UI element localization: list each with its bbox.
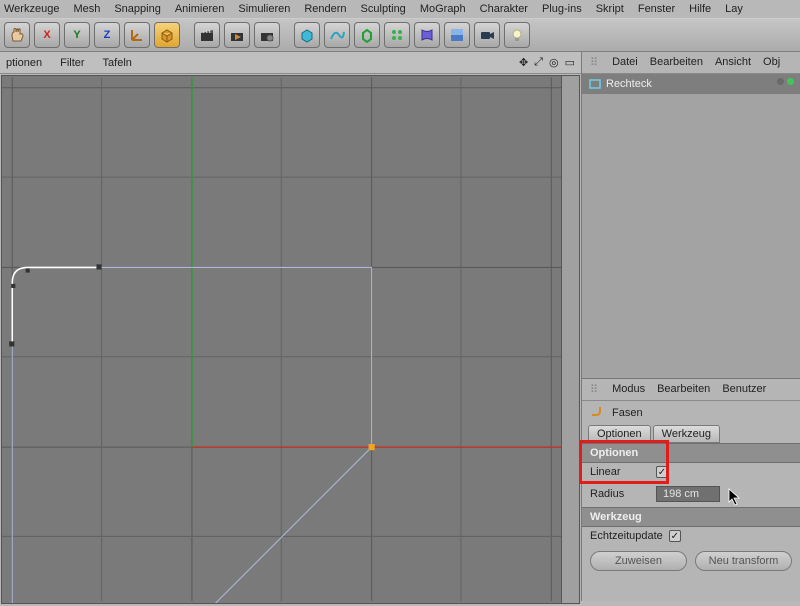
menu-item[interactable]: Skript — [596, 3, 624, 15]
viewport-panel: ptionen Filter Tafeln ✥ ⤢ ◎ ▭ — [0, 52, 582, 601]
menu-item[interactable]: Animieren — [175, 3, 225, 15]
axis-z-button[interactable]: Z — [94, 22, 120, 48]
menu-item[interactable]: Charakter — [480, 3, 528, 15]
render-settings-icon[interactable] — [254, 22, 280, 48]
prop-linear: Linear ✓ — [582, 463, 800, 481]
vmenu-item[interactable]: Filter — [60, 57, 84, 69]
tab-tool[interactable]: Werkzeug — [653, 425, 720, 443]
attribute-tabs: Optionen Werkzeug — [582, 425, 800, 443]
prop-radius: Radius 198 cm — [582, 481, 800, 507]
environment-icon[interactable] — [444, 22, 470, 48]
axis-y-button[interactable]: Y — [64, 22, 90, 48]
object-manager-menu: ⠿ Datei Bearbeiten Ansicht Obj — [582, 52, 800, 74]
3d-viewport[interactable] — [1, 75, 580, 604]
menu-item[interactable]: Rendern — [304, 3, 346, 15]
zoom-icon[interactable]: ⤢ — [534, 56, 543, 69]
hand-tool-icon[interactable] — [4, 22, 30, 48]
vertex-point — [96, 264, 101, 269]
assign-button[interactable]: Zuweisen — [590, 551, 687, 571]
menu-item[interactable]: MoGraph — [420, 3, 466, 15]
main-toolbar: X Y Z — [0, 18, 800, 52]
section-options: Optionen — [582, 443, 800, 463]
panel-grip-icon[interactable]: ⠿ — [590, 383, 600, 396]
deformer-icon[interactable] — [414, 22, 440, 48]
viewport-canvas — [2, 76, 579, 603]
menu-item[interactable]: Fenster — [638, 3, 675, 15]
realtime-checkbox[interactable]: ✓ — [669, 530, 681, 542]
linear-label: Linear — [590, 466, 650, 478]
spline-icon[interactable] — [324, 22, 350, 48]
object-row[interactable]: Rechteck — [582, 74, 800, 94]
bevel-tool-icon — [590, 405, 606, 421]
tab-options[interactable]: Optionen — [588, 425, 651, 443]
menu-item[interactable]: Werkzeuge — [4, 3, 59, 15]
menu-item[interactable]: Mesh — [73, 3, 100, 15]
obj-menu-item[interactable]: Bearbeiten — [650, 56, 703, 69]
light-icon[interactable] — [504, 22, 530, 48]
menu-item[interactable]: Hilfe — [689, 3, 711, 15]
main-menu-bar: Werkzeuge Mesh Snapping Animieren Simuli… — [0, 0, 800, 18]
radius-value-field[interactable]: 198 cm — [656, 486, 720, 502]
array-icon[interactable] — [384, 22, 410, 48]
mouse-cursor-icon — [728, 488, 742, 508]
obj-menu-item[interactable]: Ansicht — [715, 56, 751, 69]
linear-checkbox[interactable]: ✓ — [656, 466, 668, 478]
object-name-label: Rechteck — [606, 78, 652, 90]
render-icon[interactable] — [224, 22, 250, 48]
rectangle-spline-icon — [588, 77, 602, 91]
radius-label: Radius — [590, 488, 650, 500]
clapboard-icon[interactable] — [194, 22, 220, 48]
prop-realtime: Echtzeitupdate ✓ — [582, 527, 800, 545]
new-transform-button[interactable]: Neu transform — [695, 551, 792, 571]
vmenu-item[interactable]: Tafeln — [103, 57, 132, 69]
attribute-manager-menu: ⠿ Modus Bearbeiten Benutzer — [582, 379, 800, 401]
cube-primitive-icon[interactable] — [154, 22, 180, 48]
generator-icon[interactable] — [354, 22, 380, 48]
menu-item[interactable]: Lay — [725, 3, 743, 15]
vertex-handle[interactable] — [369, 444, 375, 450]
cube-blue-icon[interactable] — [294, 22, 320, 48]
tangent-point — [11, 284, 15, 288]
section-tool: Werkzeug — [582, 507, 800, 527]
menu-item[interactable]: Plug-ins — [542, 3, 582, 15]
obj-menu-item[interactable]: Obj — [763, 56, 780, 69]
coord-system-icon[interactable] — [124, 22, 150, 48]
menu-item[interactable]: Sculpting — [361, 3, 406, 15]
pan-icon[interactable]: ✥ — [519, 56, 528, 69]
axis-x-button[interactable]: X — [34, 22, 60, 48]
tangent-point — [26, 268, 30, 272]
panel-grip-icon[interactable]: ⠿ — [590, 56, 600, 69]
attr-menu-item[interactable]: Benutzer — [722, 383, 766, 396]
tool-header: Fasen — [582, 401, 800, 425]
obj-menu-item[interactable]: Datei — [612, 56, 638, 69]
orbit-icon[interactable]: ◎ — [549, 56, 559, 69]
spline-curve — [12, 267, 99, 344]
realtime-label: Echtzeitupdate — [590, 530, 663, 542]
camera-icon[interactable] — [474, 22, 500, 48]
vmenu-item[interactable]: ptionen — [6, 57, 42, 69]
tool-name-label: Fasen — [612, 407, 643, 419]
viewport-menu: ptionen Filter Tafeln ✥ ⤢ ◎ ▭ — [0, 52, 581, 74]
object-manager-list[interactable]: Rechteck — [582, 74, 800, 379]
maximize-icon[interactable]: ▭ — [565, 56, 575, 69]
attr-menu-item[interactable]: Bearbeiten — [657, 383, 710, 396]
menu-item[interactable]: Snapping — [114, 3, 161, 15]
vertex-point — [9, 341, 14, 346]
attr-menu-item[interactable]: Modus — [612, 383, 645, 396]
viewport-scrollbar[interactable] — [561, 76, 579, 603]
menu-item[interactable]: Simulieren — [238, 3, 290, 15]
object-visibility-dots[interactable] — [777, 78, 794, 85]
